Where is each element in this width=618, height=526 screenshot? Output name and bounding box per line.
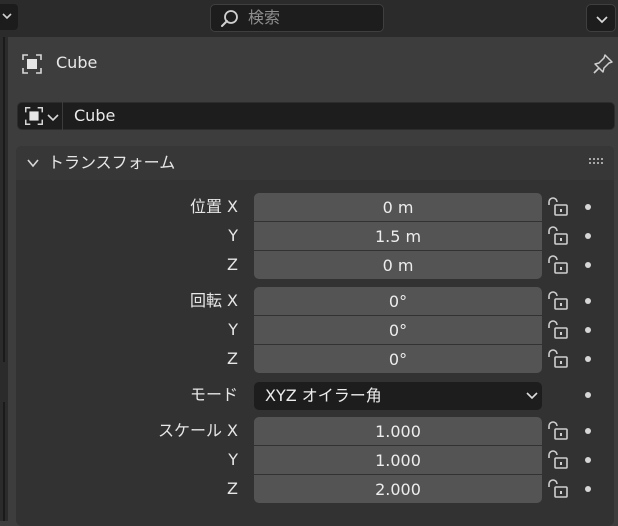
object-data-icon bbox=[25, 107, 43, 125]
chevron-down-icon bbox=[27, 159, 39, 168]
animate-dot-icon[interactable] bbox=[585, 428, 591, 434]
tab-bar-divider bbox=[3, 37, 5, 362]
drag-grip-icon[interactable] bbox=[589, 156, 605, 166]
animate-dot-icon[interactable] bbox=[585, 392, 591, 398]
animate-dot-icon[interactable] bbox=[585, 262, 591, 268]
rotation-mode-label: モード bbox=[189, 385, 238, 404]
animate-dot-icon[interactable] bbox=[585, 298, 591, 304]
rotation-z-label: Z bbox=[227, 349, 238, 368]
unlocked-padlock-icon[interactable] bbox=[546, 449, 570, 471]
animate-dot-icon[interactable] bbox=[585, 233, 591, 239]
scale-y-field[interactable]: 1.000 bbox=[254, 446, 542, 474]
object-name-value: Cube bbox=[74, 106, 116, 125]
scale-z-label: Z bbox=[227, 479, 238, 498]
scale-x-field[interactable]: 1.000 bbox=[254, 417, 542, 445]
location-x-field[interactable]: 0 m bbox=[254, 193, 542, 221]
scale-x-label: スケール X bbox=[157, 421, 238, 440]
unlocked-padlock-icon[interactable] bbox=[546, 420, 570, 442]
animate-dot-icon[interactable] bbox=[585, 327, 591, 333]
context-object-name: Cube bbox=[56, 53, 98, 72]
scale-z-field[interactable]: 2.000 bbox=[254, 475, 542, 503]
rotation-x-label: 回転 X bbox=[189, 291, 238, 310]
location-z-field[interactable]: 0 m bbox=[254, 251, 542, 279]
data-type-selector[interactable] bbox=[17, 102, 63, 130]
location-x-label: 位置 X bbox=[189, 197, 238, 216]
animate-dot-icon[interactable] bbox=[585, 457, 591, 463]
object-data-icon bbox=[22, 54, 42, 74]
animate-dot-icon[interactable] bbox=[585, 204, 591, 210]
location-y-field[interactable]: 1.5 m bbox=[254, 222, 542, 250]
scale-y-label: Y bbox=[228, 450, 238, 469]
rotation-y-field[interactable]: 0° bbox=[254, 316, 542, 344]
chevron-down-icon bbox=[596, 16, 608, 24]
unlocked-padlock-icon[interactable] bbox=[546, 478, 570, 500]
rotation-z-field[interactable]: 0° bbox=[254, 345, 542, 373]
search-icon bbox=[221, 10, 238, 27]
options-menu-button[interactable] bbox=[586, 4, 616, 32]
unlocked-padlock-icon[interactable] bbox=[546, 348, 570, 370]
location-y-label: Y bbox=[228, 226, 238, 245]
rotation-y-label: Y bbox=[228, 320, 238, 339]
unlocked-padlock-icon[interactable] bbox=[546, 254, 570, 276]
chevron-down-icon bbox=[2, 13, 12, 20]
chevron-down-icon bbox=[526, 392, 538, 400]
unlocked-padlock-icon[interactable] bbox=[546, 225, 570, 247]
unlocked-padlock-icon[interactable] bbox=[546, 196, 570, 218]
panel-title: トランスフォーム bbox=[48, 153, 176, 172]
animate-dot-icon[interactable] bbox=[585, 486, 591, 492]
unlocked-padlock-icon[interactable] bbox=[546, 290, 570, 312]
location-z-label: Z bbox=[227, 255, 238, 274]
search-input[interactable] bbox=[210, 4, 384, 32]
animate-dot-icon[interactable] bbox=[585, 356, 591, 362]
chevron-down-icon bbox=[47, 114, 59, 122]
tab-bar-divider bbox=[3, 402, 5, 521]
editor-type-button[interactable] bbox=[0, 4, 18, 30]
unlocked-padlock-icon[interactable] bbox=[546, 319, 570, 341]
pin-icon[interactable] bbox=[591, 52, 615, 76]
rotation-mode-value: XYZ オイラー角 bbox=[265, 386, 382, 405]
search-placeholder: 検索 bbox=[248, 8, 281, 27]
rotation-x-field[interactable]: 0° bbox=[254, 287, 542, 315]
